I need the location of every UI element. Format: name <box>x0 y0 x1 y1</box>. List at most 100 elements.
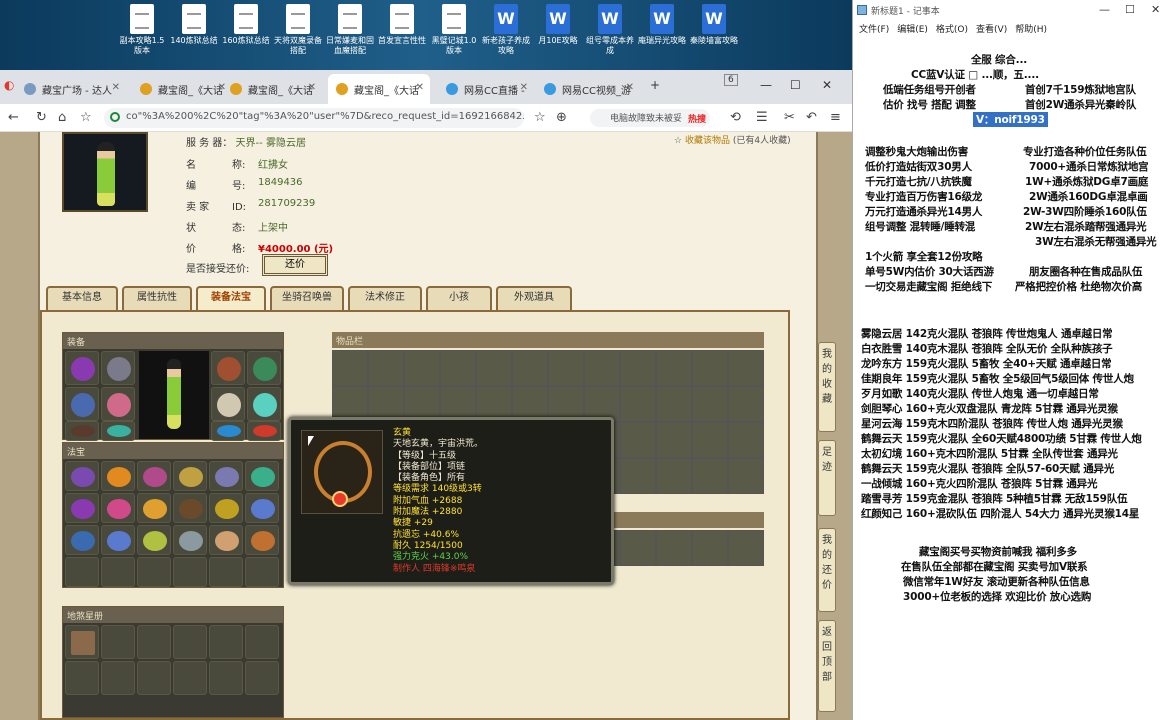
equip-slot[interactable] <box>101 421 135 441</box>
fabao-slot[interactable] <box>65 493 99 523</box>
dizi-slot[interactable] <box>209 625 243 659</box>
tab-close-icon[interactable]: ✕ <box>416 82 424 93</box>
dizi-slot[interactable] <box>101 661 135 695</box>
inventory-slot[interactable] <box>620 458 656 494</box>
tab-count-badge[interactable]: 6 <box>724 74 738 86</box>
desktop-icon[interactable]: 天将双魔录备搭配 <box>272 4 324 56</box>
scissors-icon[interactable]: ✂ <box>784 110 795 125</box>
dizi-slot[interactable] <box>137 661 171 695</box>
back-icon[interactable]: ← <box>8 110 19 125</box>
collect-link[interactable]: ☆ 收藏该物品 (已有4人收藏) <box>674 133 791 146</box>
browser-tab[interactable]: 藏宝阁_《大话 ✕ <box>328 74 430 104</box>
equip-slot[interactable] <box>101 351 135 385</box>
haggle-button[interactable]: 还价 <box>262 254 328 276</box>
dizi-slot[interactable] <box>101 625 135 659</box>
inventory-slot[interactable] <box>620 350 656 386</box>
notepad-menu-item[interactable]: 格式(O) <box>936 25 968 35</box>
fabao-slot[interactable] <box>65 557 99 587</box>
game-tab[interactable]: 小孩 <box>426 286 492 310</box>
equip-slot[interactable] <box>211 387 245 421</box>
browser-tab[interactable]: 藏宝阁_《大话 ✕ <box>222 74 322 104</box>
game-tab[interactable]: 外观道具 <box>496 286 572 310</box>
notepad-maximize-button[interactable]: ☐ <box>1125 3 1135 16</box>
dizi-slot[interactable] <box>65 625 99 659</box>
browser-tab[interactable]: 藏宝广场 - 达人 ✕ <box>16 74 126 104</box>
more-menu-icon[interactable]: ≡ <box>830 110 841 125</box>
menu-icon[interactable]: ☰ <box>756 110 768 125</box>
fabao-slot[interactable] <box>65 525 99 555</box>
inventory-slot[interactable] <box>656 458 692 494</box>
desktop-icon[interactable]: 黑璧记城1.0版本 <box>428 4 480 56</box>
inventory-slot[interactable] <box>476 350 512 386</box>
inventory-slot[interactable] <box>332 350 368 386</box>
equip-slot[interactable] <box>247 351 281 385</box>
side-button[interactable]: 足迹 <box>818 440 836 516</box>
dizi-slot[interactable] <box>245 625 279 659</box>
guard-stone-slot[interactable] <box>728 530 764 566</box>
minimize-button[interactable]: — <box>760 78 772 92</box>
fabao-slot[interactable] <box>137 493 171 523</box>
notepad-menu-item[interactable]: 查看(V) <box>976 25 1007 35</box>
url-field[interactable]: co"%3A%200%2C%20"tag"%3A%20"user"%7D&rec… <box>104 108 524 128</box>
desktop-icon[interactable]: W 秦陵墙富攻略 <box>688 4 740 46</box>
browser-tab[interactable]: 网易CC直播 - ✕ <box>438 74 534 104</box>
fabao-slot[interactable] <box>101 493 135 523</box>
equip-slot[interactable] <box>65 421 99 441</box>
refresh-icon[interactable]: ⟲ <box>730 110 741 125</box>
fabao-slot[interactable] <box>173 461 207 491</box>
inventory-slot[interactable] <box>656 386 692 422</box>
extension-icon[interactable]: ⊕ <box>556 110 567 125</box>
inventory-slot[interactable] <box>620 386 656 422</box>
dizi-slot[interactable] <box>173 625 207 659</box>
browser-tab[interactable]: 网易CC视频_游 ✕ <box>536 74 640 104</box>
inventory-slot[interactable] <box>692 422 728 458</box>
fabao-slot[interactable] <box>209 525 243 555</box>
desktop-icon[interactable]: W 月10E攻略 <box>532 4 584 46</box>
game-tab[interactable]: 基本信息 <box>46 286 118 310</box>
reload-icon[interactable]: ↻ <box>36 110 47 125</box>
notepad-text[interactable]: 全服 综合... CC蓝V认证 □ ...顺，五.... 低端任务组号开创者 首创7千… <box>853 38 1170 720</box>
guard-stone-slot[interactable] <box>620 530 656 566</box>
fabao-slot[interactable] <box>173 525 207 555</box>
dizi-slot[interactable] <box>245 661 279 695</box>
fabao-slot[interactable] <box>173 493 207 523</box>
maximize-button[interactable]: ☐ <box>790 78 801 92</box>
fabao-slot[interactable] <box>245 525 279 555</box>
equip-slot[interactable] <box>247 387 281 421</box>
inventory-slot[interactable] <box>368 350 404 386</box>
side-button[interactable]: 返回顶部 <box>818 620 836 712</box>
inventory-slot[interactable] <box>440 350 476 386</box>
notepad-menu-item[interactable]: 编辑(E) <box>897 25 928 35</box>
desktop-icon[interactable]: 副本攻略1.5版本 <box>116 4 168 56</box>
fabao-slot[interactable] <box>209 461 243 491</box>
game-tab[interactable]: 坐骑召唤兽 <box>270 286 344 310</box>
fabao-slot[interactable] <box>173 557 207 587</box>
desktop-icon[interactable]: 140炼狱总结 <box>168 4 220 46</box>
dizi-slot[interactable] <box>65 661 99 695</box>
notepad-minimize-button[interactable]: — <box>1099 3 1110 16</box>
dizi-slot[interactable] <box>209 661 243 695</box>
tab-close-icon[interactable]: ✕ <box>520 82 528 93</box>
dizi-slot[interactable] <box>137 625 171 659</box>
notepad-menu-item[interactable]: 帮助(H) <box>1015 25 1047 35</box>
inventory-slot[interactable] <box>692 350 728 386</box>
inventory-slot[interactable] <box>584 350 620 386</box>
equip-slot[interactable] <box>65 351 99 385</box>
fabao-slot[interactable] <box>245 557 279 587</box>
side-button[interactable]: 我的收藏 <box>818 342 836 432</box>
side-button[interactable]: 我的还价 <box>818 528 836 612</box>
guard-stone-slot[interactable] <box>656 530 692 566</box>
fabao-slot[interactable] <box>137 525 171 555</box>
desktop-icon[interactable]: 首发宣言性性 <box>376 4 428 46</box>
equip-slot[interactable] <box>65 387 99 421</box>
desktop-icon[interactable]: 日常嫌麦和固血魔搭配 <box>324 4 376 56</box>
tab-close-icon[interactable]: ✕ <box>626 82 634 93</box>
fabao-slot[interactable] <box>209 557 243 587</box>
undo-icon[interactable]: ↶ <box>806 110 817 125</box>
inventory-slot[interactable] <box>548 350 584 386</box>
bookmark-icon[interactable]: ☆ <box>534 110 546 125</box>
tab-close-icon[interactable]: ✕ <box>112 82 120 93</box>
fabao-slot[interactable] <box>209 493 243 523</box>
desktop-icon[interactable]: 160炼狱总结 <box>220 4 272 46</box>
game-tab[interactable]: 装备法宝 <box>196 286 266 310</box>
